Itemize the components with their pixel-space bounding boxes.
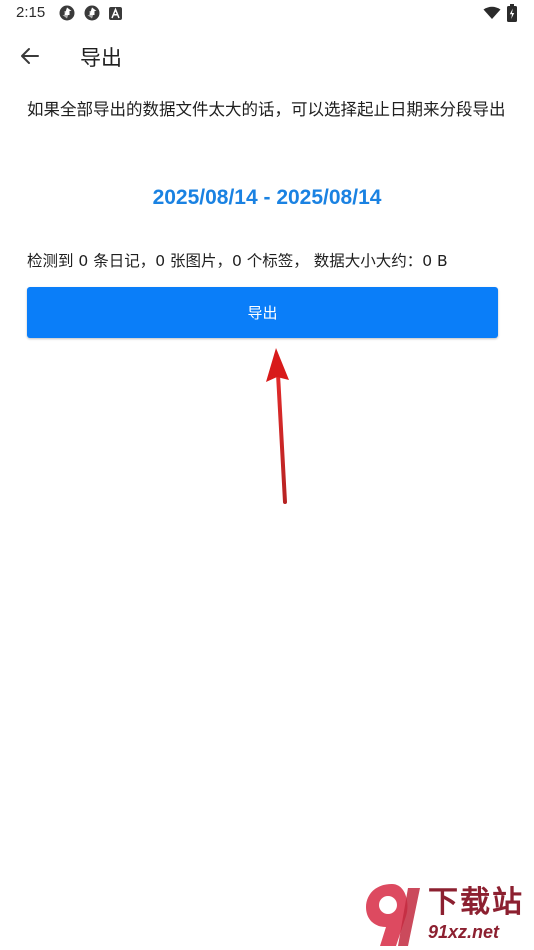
red-arrow-up-icon (250, 340, 310, 515)
date-range-selector[interactable]: 2025/08/14 - 2025/08/14 (0, 184, 534, 212)
battery-charging-icon (507, 4, 517, 22)
app-bar: 导出 (0, 34, 534, 82)
export-summary: 检测到 0 条日记，0 张图片，0 个标签， 数据大小大约：0 B (27, 252, 448, 270)
export-button[interactable]: 导出 (27, 287, 498, 338)
sync-icon (59, 5, 75, 21)
status-time: 2:15 (16, 4, 46, 21)
export-description: 如果全部导出的数据文件太大的话，可以选择起止日期来分段导出 (27, 100, 506, 119)
page-title: 导出 (80, 46, 122, 70)
back-button[interactable] (14, 44, 46, 72)
status-bar: 2:15 (0, 0, 534, 28)
sync-icon (84, 5, 100, 21)
watermark-title: 下载站 (428, 885, 524, 920)
watermark: 下载站 91xz.net (360, 880, 534, 950)
font-a-icon (109, 7, 122, 20)
arrow-left-icon (20, 47, 40, 69)
wifi-icon (483, 6, 501, 22)
watermark-url: 91xz.net (428, 922, 500, 942)
